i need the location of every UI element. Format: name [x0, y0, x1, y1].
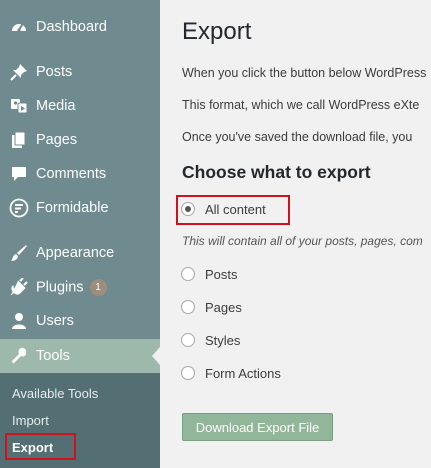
submenu-item-import[interactable]: Import: [12, 413, 49, 428]
all-content-description: This will contain all of your posts, pag…: [182, 234, 423, 248]
radio-pages[interactable]: Pages: [181, 296, 242, 318]
sidebar-item-label: Tools: [36, 348, 70, 364]
sidebar-item-label: Formidable: [36, 200, 109, 216]
radio-button[interactable]: [181, 202, 195, 216]
format-paragraph: This format, which we call WordPress eXt…: [182, 98, 420, 112]
radio-label: All content: [205, 201, 266, 217]
radio-form-actions[interactable]: Form Actions: [181, 362, 281, 384]
submenu-item-export[interactable]: Export: [12, 440, 53, 455]
active-indicator-arrow: [152, 347, 160, 365]
wrench-icon: [9, 346, 29, 366]
sidebar-item-label: Dashboard: [36, 19, 107, 35]
comment-icon: [9, 164, 29, 184]
plug-icon: [9, 277, 29, 297]
sidebar-item-posts[interactable]: Posts: [0, 55, 160, 89]
radio-button[interactable]: [181, 267, 195, 281]
update-count-badge: 1: [89, 278, 107, 296]
radio-button[interactable]: [181, 366, 195, 380]
main-content: Export When you click the button below W…: [160, 0, 431, 468]
intro-paragraph: When you click the button below WordPres…: [182, 66, 427, 80]
sidebar-item-label: Posts: [36, 64, 73, 80]
sidebar-item-label: Comments: [36, 166, 107, 182]
sidebar-item-comments[interactable]: Comments: [0, 157, 160, 191]
sidebar-item-dashboard[interactable]: Dashboard: [0, 10, 160, 44]
radio-button[interactable]: [181, 300, 195, 314]
sidebar-item-pages[interactable]: Pages: [0, 123, 160, 157]
radio-posts[interactable]: Posts: [181, 263, 238, 285]
sidebar-item-label: Pages: [36, 132, 78, 148]
sidebar-item-label: Media: [36, 98, 76, 114]
radio-label: Pages: [205, 299, 242, 315]
media-icon: [9, 96, 29, 116]
tools-submenu: Available Tools Import Export: [0, 373, 160, 468]
pin-icon: [9, 62, 29, 82]
sidebar-item-appearance[interactable]: Appearance: [0, 236, 160, 270]
download-export-file-button[interactable]: Download Export File: [182, 413, 333, 441]
pages-icon: [9, 130, 29, 150]
radio-label: Posts: [205, 266, 238, 282]
sidebar-item-tools[interactable]: Tools: [0, 339, 160, 373]
sidebar-item-plugins[interactable]: Plugins 1: [0, 270, 160, 304]
radio-label: Form Actions: [205, 365, 281, 381]
sidebar-item-media[interactable]: Media: [0, 89, 160, 123]
user-icon: [9, 311, 29, 331]
section-title: Choose what to export: [182, 162, 371, 182]
radio-all-content[interactable]: All content: [181, 198, 266, 220]
sidebar-item-label: Appearance: [36, 245, 115, 261]
radio-label: Styles: [205, 332, 241, 348]
radio-button[interactable]: [181, 333, 195, 347]
sidebar-item-users[interactable]: Users: [0, 304, 160, 338]
admin-sidebar: Dashboard Posts Media Pages Comments For…: [0, 0, 160, 468]
sidebar-item-formidable[interactable]: Formidable: [0, 191, 160, 225]
formidable-icon: [9, 198, 29, 218]
page-title: Export: [182, 18, 252, 45]
sidebar-item-label: Users: [36, 313, 74, 329]
radio-styles[interactable]: Styles: [181, 329, 240, 351]
sidebar-item-label: Plugins 1: [36, 278, 107, 296]
dashboard-icon: [9, 17, 29, 37]
import-paragraph: Once you've saved the download file, you: [182, 130, 413, 144]
submenu-item-available-tools[interactable]: Available Tools: [12, 386, 98, 401]
brush-icon: [9, 243, 29, 263]
